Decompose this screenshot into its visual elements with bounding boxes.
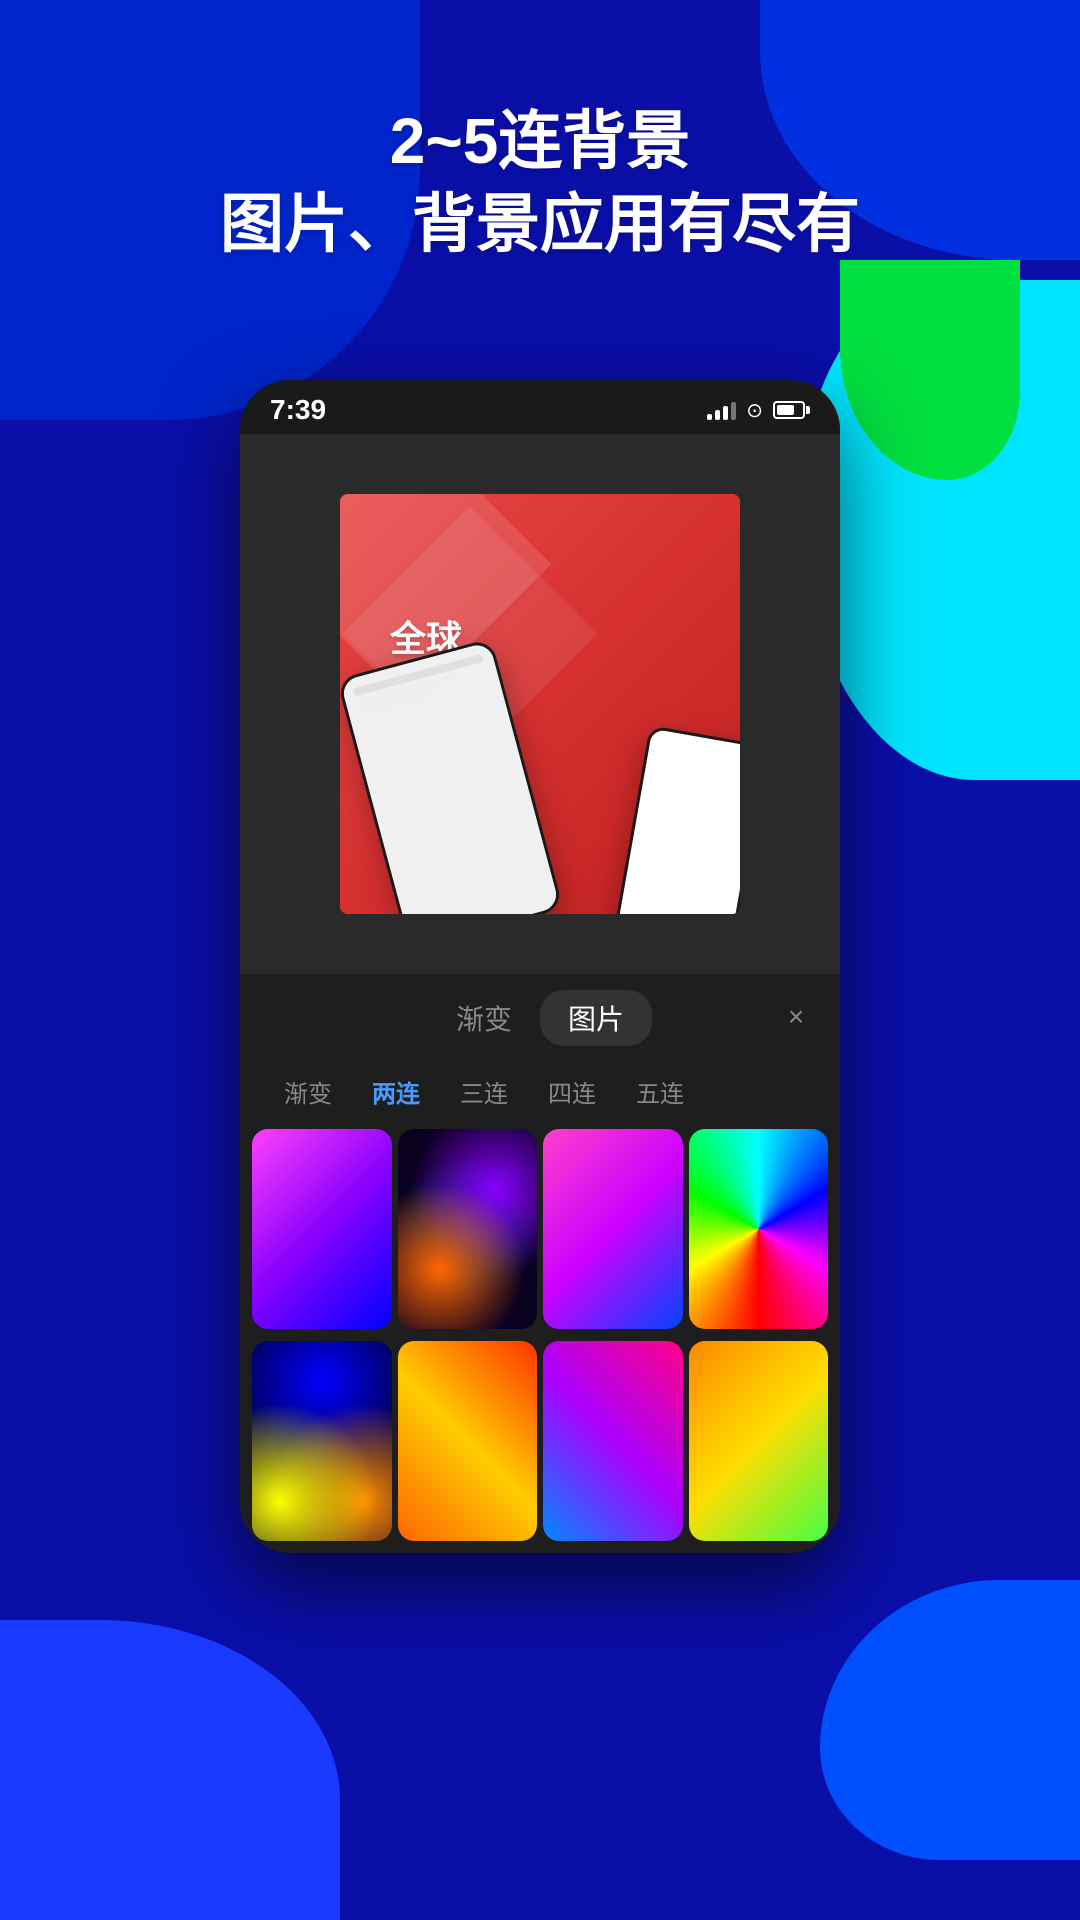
swatch-6[interactable]: [398, 1341, 538, 1541]
phone-device-mockup-2: [612, 725, 740, 914]
battery-fill: [777, 405, 794, 415]
sub-tab-2link[interactable]: 两连: [352, 1068, 440, 1115]
sub-tab-3link[interactable]: 三连: [440, 1068, 528, 1115]
sub-tab-gradient[interactable]: 渐变: [264, 1068, 352, 1115]
headline: 2~5连背景 图片、背景应用有尽有: [0, 100, 1080, 266]
headline-line1: 2~5连背景: [0, 100, 1080, 183]
status-time: 7:39: [270, 394, 326, 426]
swatch-5[interactable]: [252, 1341, 392, 1541]
signal-bar-2: [715, 410, 720, 420]
image-bg: 全球 轻松购: [340, 494, 740, 914]
phone-mockup: 7:39 ⊙ 全球 轻松购: [240, 380, 840, 1553]
battery-body: [773, 401, 805, 419]
wifi-icon: ⊙: [746, 398, 763, 423]
status-bar: 7:39 ⊙: [240, 380, 840, 434]
color-grid-row1: [240, 1129, 840, 1341]
signal-bar-1: [707, 414, 712, 420]
status-icons: ⊙: [707, 398, 810, 423]
battery-tip: [806, 406, 810, 414]
swatch-4[interactable]: [689, 1129, 829, 1329]
app-content: 全球 轻松购: [240, 434, 840, 974]
tab-gradient[interactable]: 渐变: [428, 990, 540, 1046]
signal-bar-3: [723, 406, 728, 420]
main-tab-bar: 渐变 图片 ×: [240, 974, 840, 1060]
swatch-2[interactable]: [398, 1129, 538, 1329]
sub-tab-4link[interactable]: 四连: [528, 1068, 616, 1115]
bg-decoration-bottom-left: [0, 1620, 340, 1920]
swatch-1[interactable]: [252, 1129, 392, 1329]
bottom-panel: 渐变 图片 × 渐变 两连 三连 四连 五连: [240, 974, 840, 1553]
color-grid-row2: [240, 1341, 840, 1553]
swatch-8[interactable]: [689, 1341, 829, 1541]
sub-tab-5link[interactable]: 五连: [616, 1068, 704, 1115]
sub-tab-bar: 渐变 两连 三连 四连 五连: [240, 1060, 840, 1129]
close-button[interactable]: ×: [776, 997, 816, 1037]
tab-image[interactable]: 图片: [540, 990, 652, 1046]
headline-line2: 图片、背景应用有尽有: [0, 183, 1080, 266]
signal-bar-4: [731, 402, 736, 420]
bg-decoration-bottom-right: [820, 1580, 1080, 1860]
image-preview: 全球 轻松购: [340, 494, 740, 914]
swatch-3[interactable]: [543, 1129, 683, 1329]
battery-icon: [773, 401, 810, 419]
swatch-7[interactable]: [543, 1341, 683, 1541]
signal-icon: [707, 400, 736, 420]
